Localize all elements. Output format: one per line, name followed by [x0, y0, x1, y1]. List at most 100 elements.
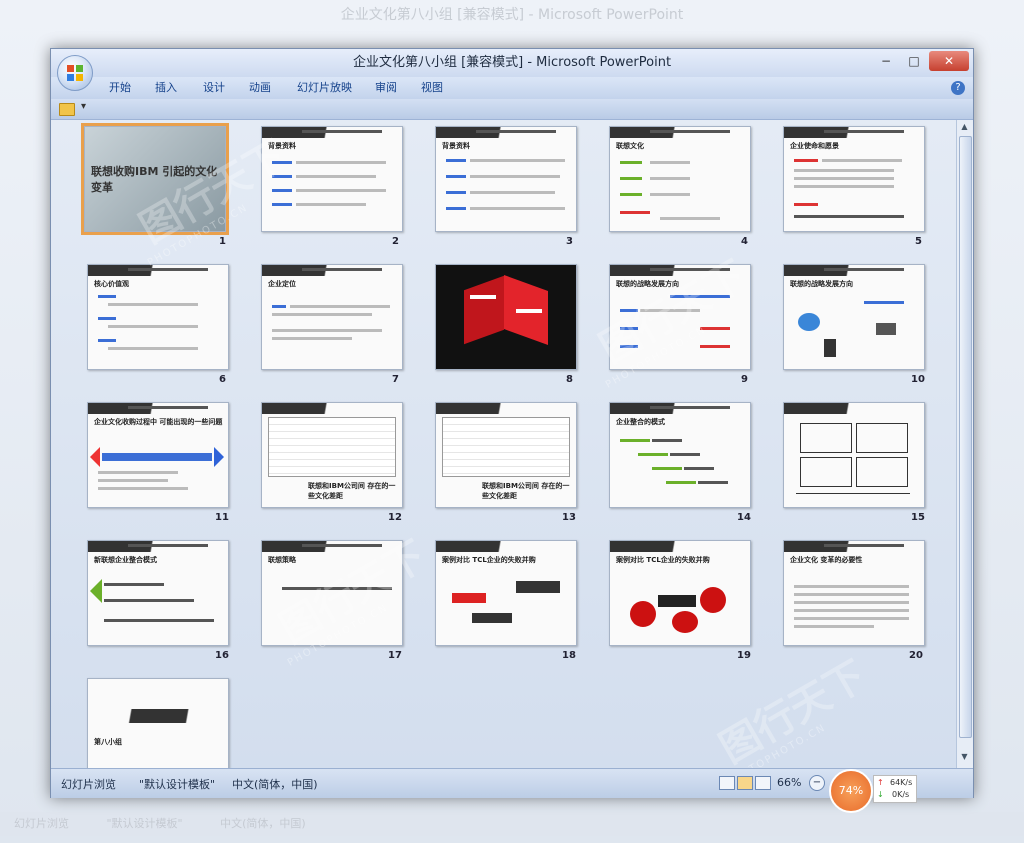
slide-title: 企业文化 变革的必要性 — [790, 556, 863, 564]
slide-title: 企业定位 — [268, 280, 296, 288]
minimize-button[interactable]: − — [873, 51, 899, 71]
slide-thumbnail[interactable]: 案例对比 TCL企业的失败并购 — [609, 540, 751, 646]
network-monitor: 74% ↑ 64K/s ↓ 0K/s — [821, 769, 981, 813]
download-arrow-icon: ↓ — [877, 790, 884, 799]
window-title: 企业文化第八小组 [兼容模式] - Microsoft PowerPoint — [352, 55, 672, 70]
slide-title: 第八小组 — [94, 738, 122, 746]
slide-thumbnail[interactable]: 背景资料 — [435, 126, 577, 232]
download-speed: 0K/s — [892, 790, 910, 799]
slide-thumbnail[interactable]: 企业文化 变革的必要性 — [783, 540, 925, 646]
tab-view[interactable]: 视图 — [421, 77, 443, 99]
slide-number: 20 — [909, 650, 923, 661]
slide-number: 4 — [741, 236, 748, 247]
slide-number: 11 — [215, 512, 229, 523]
slide-thumbnail[interactable]: 案例对比 TCL企业的失败并购 — [435, 540, 577, 646]
slide-title: 案例对比 TCL企业的失败并购 — [616, 556, 710, 564]
bg-status-theme: "默认设计模板" — [106, 817, 183, 830]
slide-thumbnail[interactable]: 企业使命和愿景 — [783, 126, 925, 232]
powerpoint-window: 企业文化第八小组 [兼容模式] - Microsoft PowerPoint −… — [50, 48, 974, 813]
window-controls: − □ ✕ — [871, 51, 969, 73]
slide-number: 8 — [566, 374, 573, 385]
slide-thumbnail[interactable]: 联想策略 — [261, 540, 403, 646]
slide-thumbnail[interactable]: 新联想企业整合模式 — [87, 540, 229, 646]
titlebar: 企业文化第八小组 [兼容模式] - Microsoft PowerPoint −… — [51, 49, 973, 77]
zoom-level[interactable]: 66% — [777, 776, 801, 789]
slide-number: 1 — [219, 236, 226, 247]
slide-number: 2 — [392, 236, 399, 247]
slide-sorter-view-icon[interactable] — [737, 776, 753, 790]
upload-speed: 64K/s — [890, 778, 913, 787]
slide-graphic — [464, 275, 504, 345]
slide-title: 联想和IBM公司间 存在的一些文化差距 — [482, 482, 570, 500]
slide-thumbnail[interactable]: 核心价值观 — [87, 264, 229, 370]
slide-thumbnail[interactable]: 联想的战略发展方向 — [609, 264, 751, 370]
status-theme[interactable]: "默认设计模板" — [139, 776, 215, 792]
slide-sorter: 联想收购IBM 引起的文化变革 1 背景资料 2 背景资料 3 联想文化 4 企… — [51, 120, 956, 768]
status-view-mode: 幻灯片浏览 — [61, 778, 116, 791]
slide-title: 联想策略 — [268, 556, 296, 564]
vertical-scrollbar[interactable]: ▲ ▼ — [956, 120, 973, 768]
slide-thumbnail[interactable]: 联想收购IBM 引起的文化变革 — [81, 123, 229, 235]
slide-number: 15 — [911, 512, 925, 523]
qat-dropdown-icon[interactable]: ▾ — [81, 101, 86, 112]
slide-number: 12 — [388, 512, 402, 523]
quick-access-toolbar: ▾ — [51, 99, 973, 120]
tab-design[interactable]: 设计 — [203, 77, 225, 99]
slide-title: 联想的战略发展方向 — [616, 280, 679, 288]
slide-thumbnail[interactable]: 联想的战略发展方向 — [783, 264, 925, 370]
scroll-thumb[interactable] — [959, 136, 972, 738]
slide-number: 16 — [215, 650, 229, 661]
slideshow-view-icon[interactable] — [755, 776, 771, 790]
tab-slideshow[interactable]: 幻灯片放映 — [297, 77, 352, 99]
slide-thumbnail[interactable] — [783, 402, 925, 508]
slide-number: 7 — [392, 374, 399, 385]
slide-thumbnail[interactable]: 企业整合的模式 — [609, 402, 751, 508]
bg-status-view: 幻灯片浏览 — [14, 817, 69, 830]
office-logo-icon — [67, 65, 83, 81]
tab-animation[interactable]: 动画 — [249, 77, 271, 99]
slide-title: 新联想企业整合模式 — [94, 556, 157, 564]
slide-number: 14 — [737, 512, 751, 523]
watermark: PHOTOPHOTO.CN — [723, 722, 829, 768]
slide-thumbnail[interactable]: 联想和IBM公司间 存在的一些文化差距 — [435, 402, 577, 508]
scroll-down-icon[interactable]: ▼ — [959, 752, 970, 763]
slide-number: 18 — [562, 650, 576, 661]
slide-number: 13 — [562, 512, 576, 523]
open-folder-icon[interactable] — [59, 103, 75, 116]
tab-review[interactable]: 审阅 — [375, 77, 397, 99]
help-icon[interactable]: ? — [951, 81, 965, 95]
slide-thumbnail[interactable]: 企业定位 — [261, 264, 403, 370]
scroll-up-icon[interactable]: ▲ — [959, 122, 970, 133]
office-button[interactable] — [57, 55, 93, 91]
net-speed-box: ↑ 64K/s ↓ 0K/s — [873, 775, 917, 803]
slide-thumbnail[interactable]: 联想和IBM公司间 存在的一些文化差距 — [261, 402, 403, 508]
slide-title: 企业整合的模式 — [616, 418, 665, 426]
background-statusbar: 幻灯片浏览 "默认设计模板" 中文(简体，中国) — [0, 812, 1024, 836]
tab-home[interactable]: 开始 — [109, 77, 131, 99]
slide-thumbnail[interactable]: 背景资料 — [261, 126, 403, 232]
slide-title: 背景资料 — [268, 142, 296, 150]
ribbon-tabs: 开始 插入 设计 动画 幻灯片放映 审阅 视图 ? — [51, 77, 973, 99]
slide-title: 背景资料 — [442, 142, 470, 150]
statusbar: 幻灯片浏览 "默认设计模板" 中文(简体，中国) 66% − 74% ↑ 64K… — [51, 768, 973, 813]
upload-arrow-icon: ↑ — [877, 778, 884, 787]
cpu-usage-badge[interactable]: 74% — [829, 769, 873, 813]
slide-title: 联想收购IBM 引起的文化变革 — [91, 165, 218, 194]
slide-title: 核心价值观 — [94, 280, 129, 288]
slide-title: 联想文化 — [616, 142, 644, 150]
status-language[interactable]: 中文(简体，中国) — [232, 776, 318, 792]
slide-thumbnail[interactable]: 第八小组 — [87, 678, 229, 768]
close-button[interactable]: ✕ — [929, 51, 969, 71]
slide-thumbnail[interactable]: 企业文化收购过程中 可能出现的一些问题 — [87, 402, 229, 508]
slide-thumbnail[interactable]: 联想文化 — [609, 126, 751, 232]
tab-insert[interactable]: 插入 — [155, 77, 177, 99]
slide-title: 联想和IBM公司间 存在的一些文化差距 — [308, 482, 396, 500]
maximize-button[interactable]: □ — [901, 51, 927, 71]
slide-number: 19 — [737, 650, 751, 661]
slide-number: 5 — [915, 236, 922, 247]
slide-thumbnail[interactable] — [435, 264, 577, 370]
slide-number: 9 — [741, 374, 748, 385]
slide-title: 案例对比 TCL企业的失败并购 — [442, 556, 536, 564]
normal-view-icon[interactable] — [719, 776, 735, 790]
slide-number: 6 — [219, 374, 226, 385]
